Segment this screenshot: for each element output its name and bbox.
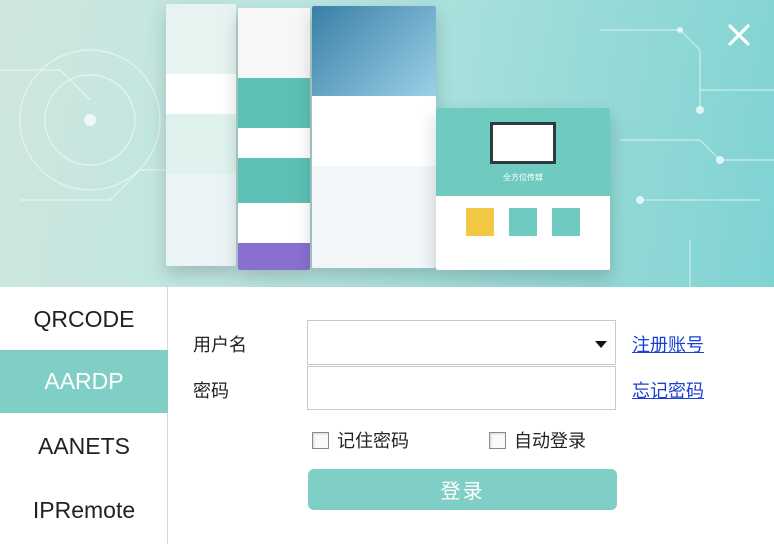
header-banner: 全方位传媒 [0,0,774,287]
close-button[interactable] [722,18,756,52]
password-label: 密码 [193,381,229,402]
forgot-password-link[interactable]: 忘记密码 [632,377,704,403]
sidebar: QRCODE AARDP AANETS IPRemote [0,287,168,544]
close-icon [728,24,750,46]
sidebar-item-ipremote[interactable]: IPRemote [0,479,168,542]
login-button[interactable]: 登录 [308,469,617,510]
password-input[interactable] [308,367,615,409]
mockup-page-1 [166,4,236,266]
password-field[interactable] [307,366,616,410]
username-field[interactable] [307,320,616,365]
mockup-page-3 [312,6,436,268]
register-link[interactable]: 注册账号 [632,331,704,357]
auto-login-checkbox[interactable] [489,431,506,449]
auto-login-label: 自动登录 [514,431,586,452]
username-label: 用户名 [193,335,247,356]
mockup-caption: 全方位传媒 [503,173,543,182]
sidebar-item-aanets[interactable]: AANETS [0,415,168,478]
username-input[interactable] [308,321,615,364]
remember-password-checkbox[interactable] [312,431,329,449]
chevron-down-icon[interactable] [595,341,607,348]
remember-password-option[interactable]: 记住密码 [312,427,409,453]
mockup-page-2 [238,8,310,270]
sidebar-item-aardp[interactable]: AARDP [0,350,168,413]
remember-password-label: 记住密码 [337,431,409,452]
sidebar-item-qrcode[interactable]: QRCODE [0,288,168,351]
auto-login-option[interactable]: 自动登录 [489,427,586,453]
mockup-page-4: 全方位传媒 [436,108,610,270]
